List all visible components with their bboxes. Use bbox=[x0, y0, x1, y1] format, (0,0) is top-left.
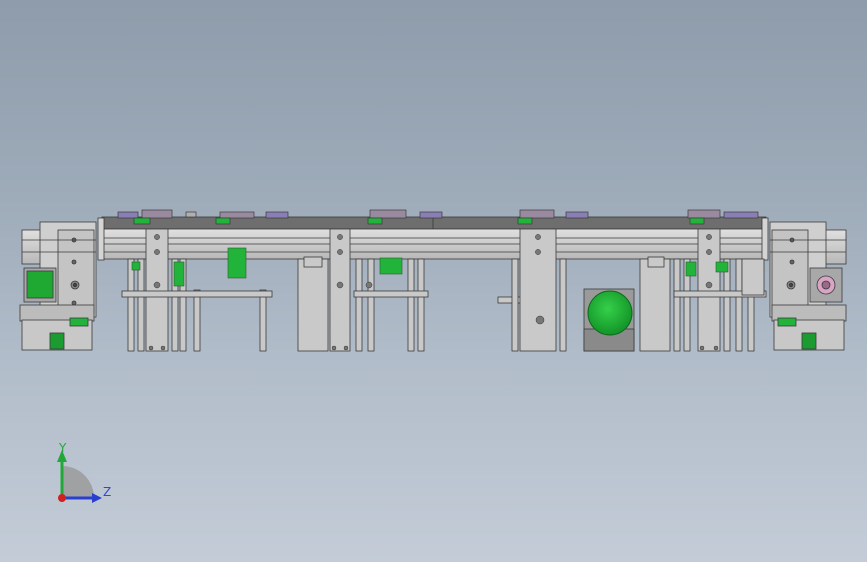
conveyor-assembly-model[interactable] bbox=[0, 0, 867, 562]
drive-motor[interactable] bbox=[583, 288, 635, 352]
y-axis-label: Y bbox=[59, 441, 67, 455]
left-end-unit[interactable] bbox=[19, 221, 97, 351]
triad-axes-icon bbox=[57, 450, 102, 503]
graphics-viewport[interactable]: Y Z bbox=[0, 0, 867, 562]
coordinate-triad: Y Z bbox=[40, 440, 130, 510]
conveyor-rail[interactable] bbox=[97, 216, 769, 261]
z-axis-label: Z bbox=[103, 485, 112, 499]
right-end-unit[interactable] bbox=[769, 221, 847, 351]
